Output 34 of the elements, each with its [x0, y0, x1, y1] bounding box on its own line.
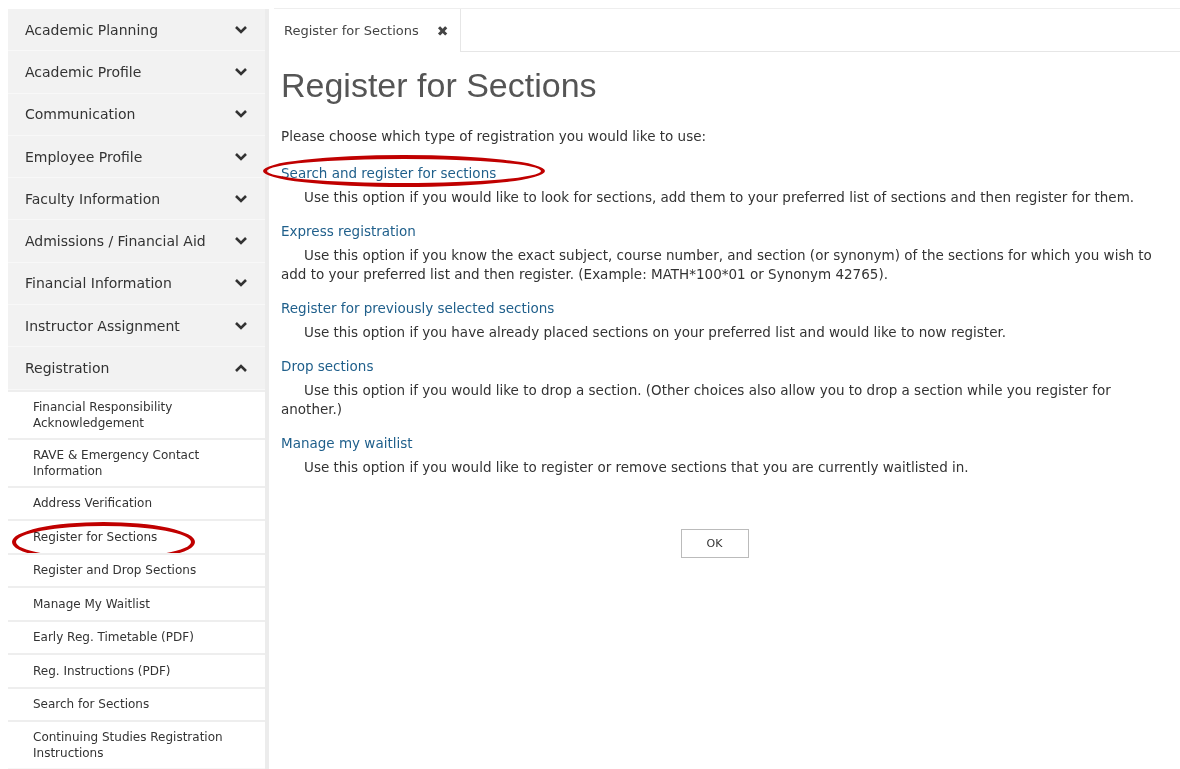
option-description: Use this option if you would like to look for sections, add them to your preferred list of sections and then register for them.: [303, 188, 1136, 207]
option-link[interactable]: Manage my waitlist: [281, 435, 413, 451]
tab[interactable]: Register for Sections ✖: [274, 9, 462, 52]
submenu-item[interactable]: Address Verification: [8, 487, 265, 520]
close-icon[interactable]: ✖: [436, 22, 449, 39]
submenu-item[interactable]: RAVE & Emergency Contact Information: [8, 439, 265, 486]
option-description: Use this option if you have already placed sections on your preferred list and would like to now register.: [303, 323, 1008, 342]
menu-item[interactable]: Financial Information: [8, 262, 265, 306]
submenu-item[interactable]: Register for Sections: [8, 521, 265, 553]
menu-item[interactable]: Instructor Assignment: [8, 305, 265, 348]
option-description: Use this option if you would like to drop a section. (Other choices also allow you to drop a section while you register for another.): [281, 381, 1112, 419]
submenu-item[interactable]: Reg. Instructions (PDF): [8, 655, 265, 687]
ok-button[interactable]: OK: [680, 529, 749, 558]
menu-item[interactable]: Admissions / Financial Aid: [8, 220, 265, 263]
menu-item[interactable]: Registration: [8, 347, 265, 390]
menu-item[interactable]: Employee Profile: [8, 135, 265, 179]
option-link[interactable]: Search and register for sections: [281, 165, 497, 181]
option-link[interactable]: Drop sections: [281, 358, 374, 374]
menu-item[interactable]: Academic Planning: [8, 9, 265, 52]
menu-item[interactable]: Faculty Information: [8, 178, 265, 221]
submenu-item[interactable]: Register and Drop Sections: [8, 554, 265, 587]
submenu-item[interactable]: Manage My Waitlist: [8, 588, 265, 620]
intro-text: Please choose which type of registration you would like to use:: [281, 127, 708, 146]
option-description: Use this option if you know the exact subject, course number, and section (or synonym) of the sections for which you wish to add to your preferred list and then register. (Example: MATH*100*01 or Synonym 42765).: [281, 246, 1153, 284]
submenu-item[interactable]: Early Reg. Timetable (PDF): [8, 621, 265, 654]
option-link[interactable]: Express registration: [281, 223, 416, 239]
submenu-item[interactable]: Financial Responsibility Acknowledgement: [8, 391, 265, 438]
page-title: Register for Sections: [281, 66, 598, 105]
menu-item[interactable]: Academic Profile: [8, 51, 265, 94]
option-link[interactable]: Register for previously selected sections: [281, 300, 555, 316]
menu-item[interactable]: Communication: [8, 93, 265, 136]
submenu-item[interactable]: Search for Sections: [8, 688, 265, 721]
submenu-item[interactable]: Continuing Studies Registration Instructions: [8, 722, 265, 769]
option-description: Use this option if you would like to register or remove sections that you are currently waitlisted in.: [303, 458, 970, 477]
